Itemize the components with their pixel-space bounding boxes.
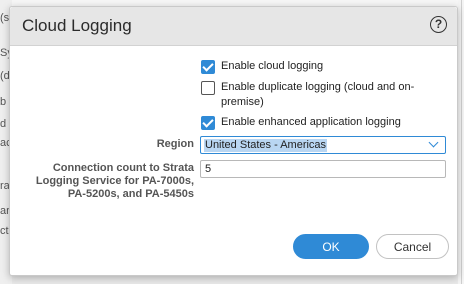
checkbox-label: Enable enhanced application logging xyxy=(221,116,401,128)
enable-duplicate-logging-checkbox[interactable]: Enable duplicate logging (cloud and on-p… xyxy=(201,80,426,110)
checkbox-unchecked-icon[interactable] xyxy=(201,81,215,95)
region-selected-value: United States - Americas xyxy=(204,139,328,152)
checkbox-label: Enable duplicate logging (cloud and on-p… xyxy=(221,81,415,108)
cloud-logging-dialog: Cloud Logging ? Enable cloud logging Ena… xyxy=(9,6,458,276)
chevron-down-icon[interactable] xyxy=(428,137,439,148)
connection-count-input[interactable] xyxy=(200,160,446,178)
ok-button[interactable]: OK xyxy=(293,234,369,259)
region-label: Region xyxy=(156,138,194,150)
help-icon[interactable]: ? xyxy=(430,16,447,33)
checkbox-checked-icon[interactable] xyxy=(201,60,215,74)
connection-count-label: Connection count to Strata Logging Servi… xyxy=(35,162,194,200)
checkbox-label: Enable cloud logging xyxy=(221,60,324,72)
enable-cloud-logging-checkbox[interactable]: Enable cloud logging xyxy=(201,59,441,74)
dialog-header: Cloud Logging ? xyxy=(10,7,457,46)
cancel-button[interactable]: Cancel xyxy=(376,234,449,259)
enable-enhanced-application-logging-checkbox[interactable]: Enable enhanced application logging xyxy=(201,115,441,130)
dialog-title: Cloud Logging xyxy=(22,16,132,35)
background-divider xyxy=(461,0,462,284)
region-select[interactable]: United States - Americas xyxy=(200,136,446,154)
checkbox-checked-icon[interactable] xyxy=(201,116,215,130)
